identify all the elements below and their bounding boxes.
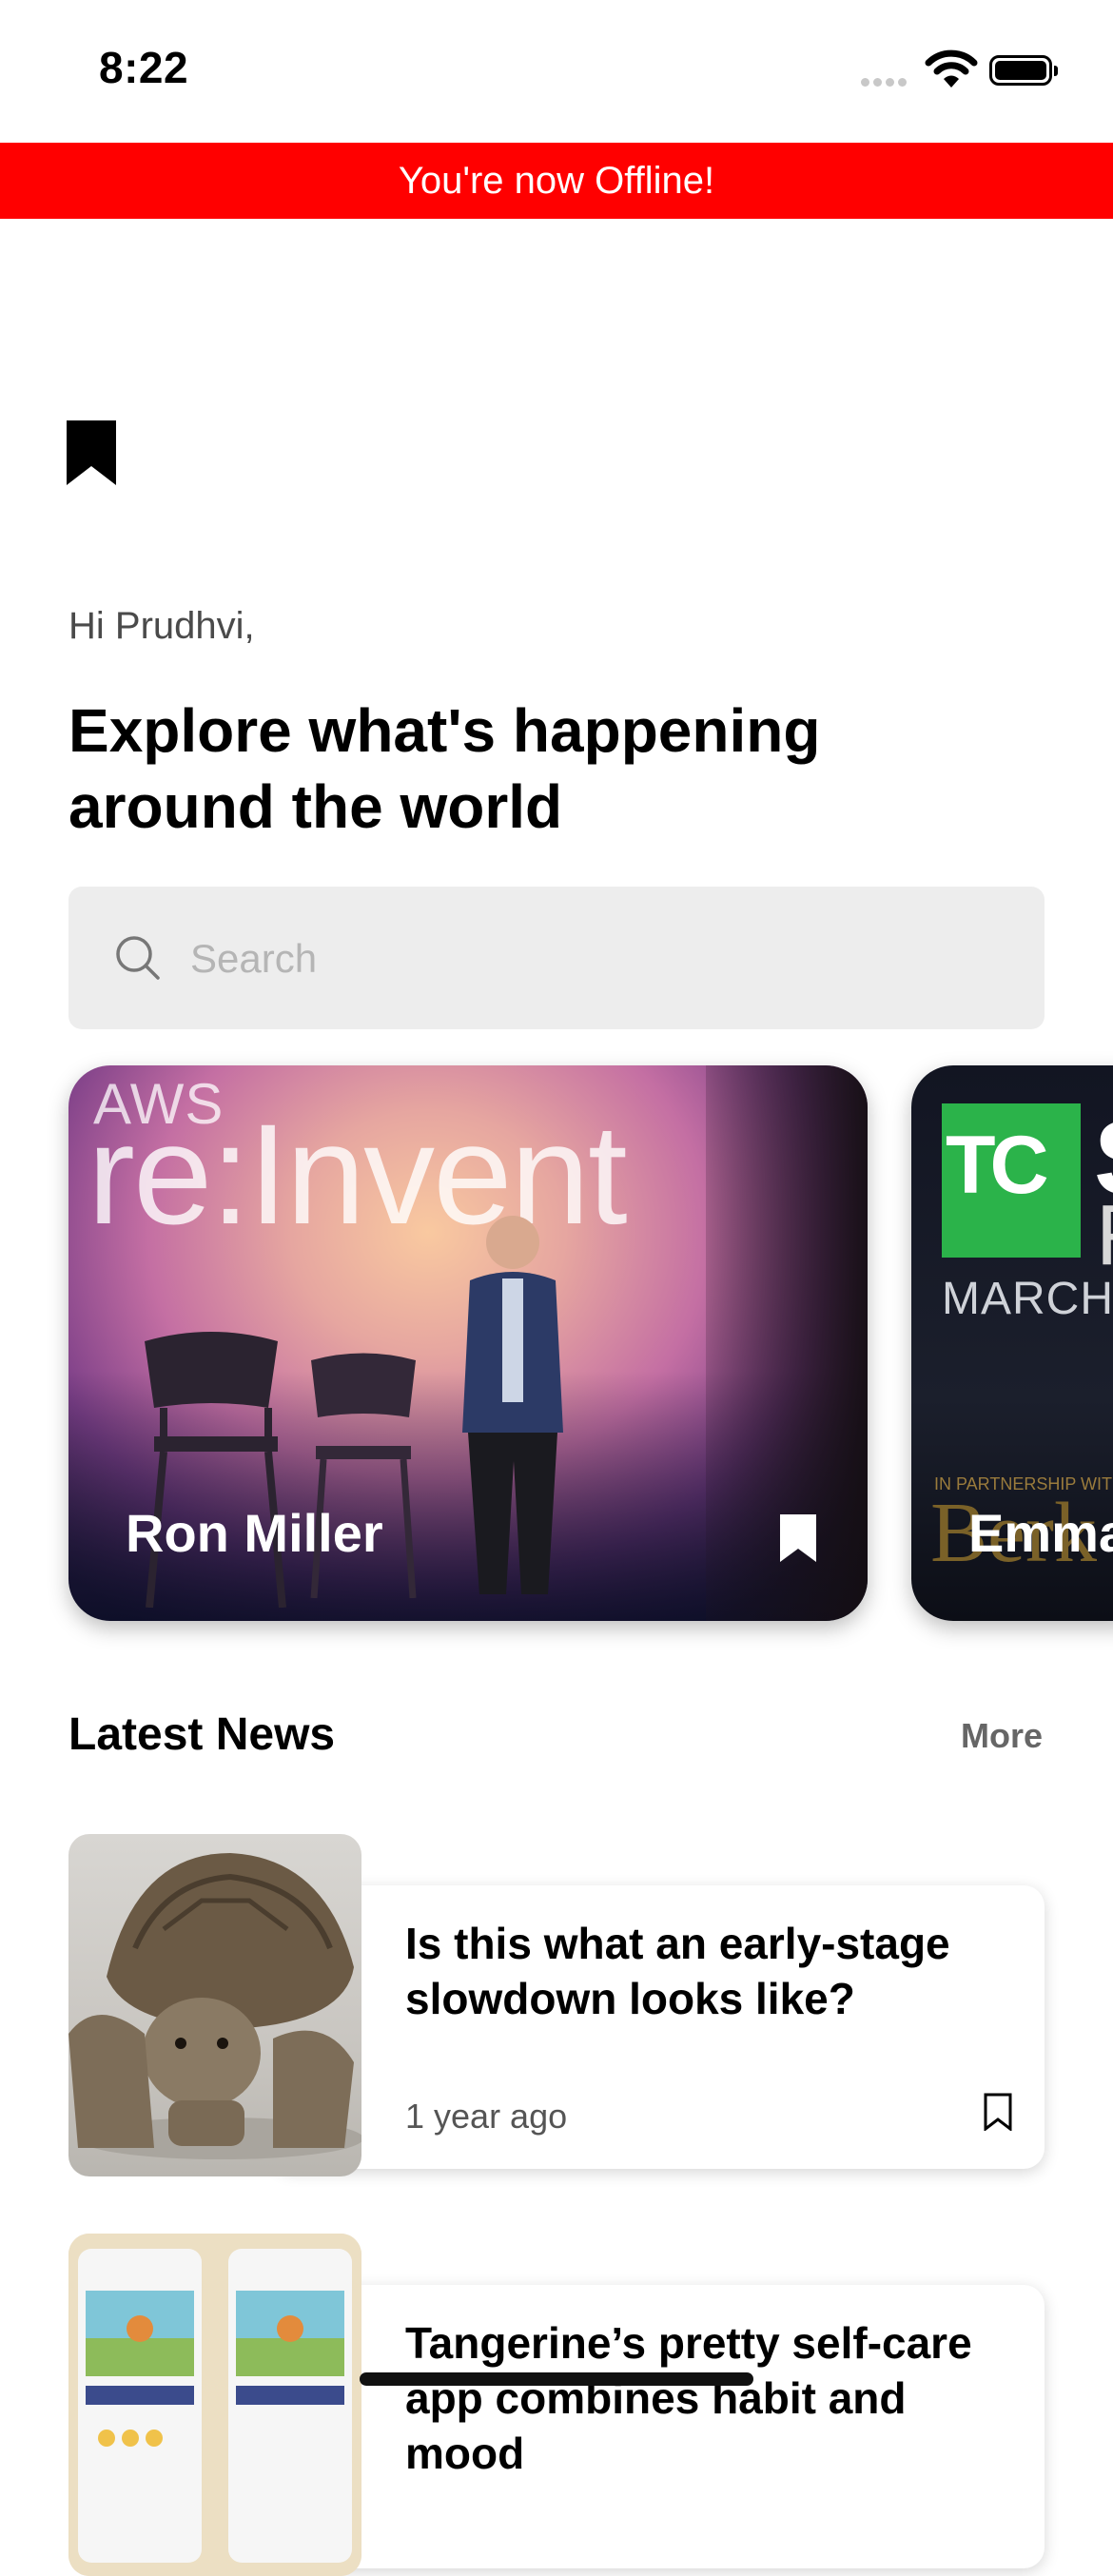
home-indicator[interactable] bbox=[360, 2372, 753, 2386]
bookmark-icon[interactable] bbox=[780, 1514, 816, 1567]
news-title: Tangerine’s pretty self-care app combine… bbox=[405, 2318, 972, 2478]
cellular-signal-icon bbox=[861, 74, 910, 91]
card-author: Ron Miller bbox=[126, 1503, 383, 1563]
bookmark-icon[interactable] bbox=[67, 420, 116, 490]
event-date: MARCH bbox=[942, 1274, 1113, 1324]
tc-logo-text: TC bbox=[946, 1120, 1049, 1211]
bookmark-outline-icon[interactable] bbox=[984, 2093, 1012, 2136]
greeting: Hi Prudhvi, bbox=[68, 605, 255, 647]
more-link[interactable]: More bbox=[961, 1716, 1043, 1756]
offline-banner: You're now Offline! bbox=[0, 143, 1113, 219]
section-title: Latest News bbox=[68, 1709, 336, 1760]
chair-image bbox=[145, 1332, 286, 1608]
news-time: 1 year ago bbox=[405, 2097, 568, 2136]
featured-card[interactable]: AWS re:Invent Ron Miller bbox=[68, 1065, 868, 1621]
event-letter: R bbox=[1096, 1187, 1113, 1285]
card-author: Emma bbox=[968, 1503, 1113, 1563]
tortoise-image bbox=[68, 1853, 361, 2159]
status-time: 8:22 bbox=[99, 43, 189, 92]
wifi-icon bbox=[925, 49, 978, 94]
speaker-image bbox=[462, 1216, 563, 1594]
search-input[interactable] bbox=[188, 887, 1010, 1031]
featured-card[interactable]: TC S R MARCH IN PARTNERSHIP WITH Berk Em… bbox=[911, 1065, 1113, 1621]
news-thumbnail bbox=[68, 1834, 361, 2176]
app-screens-image bbox=[68, 2234, 361, 2576]
search-icon bbox=[114, 934, 162, 986]
search-bar[interactable] bbox=[68, 887, 1045, 1031]
news-card[interactable]: Is this what an early-stage slowdown loo… bbox=[272, 1885, 1045, 2169]
news-title: Is this what an early-stage slowdown loo… bbox=[405, 1919, 950, 2023]
battery-icon bbox=[989, 55, 1058, 86]
page-title: Explore what's happening around the worl… bbox=[68, 696, 821, 841]
news-card[interactable]: Tangerine’s pretty self-care app combine… bbox=[272, 2285, 1045, 2568]
news-thumbnail bbox=[68, 2234, 361, 2576]
